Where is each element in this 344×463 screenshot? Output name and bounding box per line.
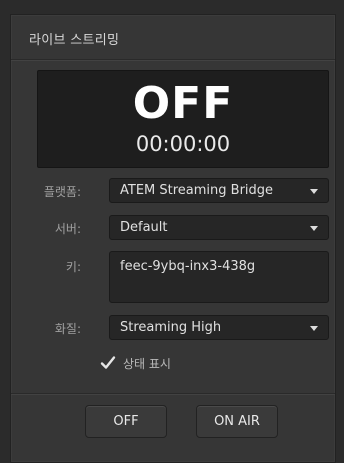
quality-label: 화질: [54,322,81,336]
divider [11,59,335,60]
chevron-down-icon [310,326,318,331]
server-dropdown[interactable]: Default [109,215,329,240]
stream-timecode: 00:00:00 [135,132,231,156]
stream-key-field[interactable]: feec-9ybq-inx3-438g [109,251,329,303]
chevron-down-icon [310,189,318,194]
stream-key-value: feec-9ybq-inx3-438g [120,259,256,274]
show-status-label: 상태 표시 [123,357,171,371]
key-label: 키: [65,260,81,274]
on-air-button[interactable]: ON AIR [196,405,278,438]
stream-status-display: OFF 00:00:00 [37,70,329,168]
stream-status-text: OFF [132,78,234,129]
live-streaming-panel: 라이브 스트리밍 OFF 00:00:00 플랫폼: ATEM Streamin… [10,14,336,463]
divider [11,393,335,394]
platform-value: ATEM Streaming Bridge [120,183,274,198]
server-label: 서버: [54,222,81,236]
chevron-down-icon [310,226,318,231]
quality-value: Streaming High [120,320,222,335]
off-button[interactable]: OFF [85,405,167,438]
platform-dropdown[interactable]: ATEM Streaming Bridge [109,178,329,203]
panel-title: 라이브 스트리밍 [29,33,120,48]
quality-dropdown[interactable]: Streaming High [109,315,329,340]
checkmark-icon[interactable] [99,354,117,372]
server-value: Default [120,220,168,235]
platform-label: 플랫폼: [43,185,81,199]
